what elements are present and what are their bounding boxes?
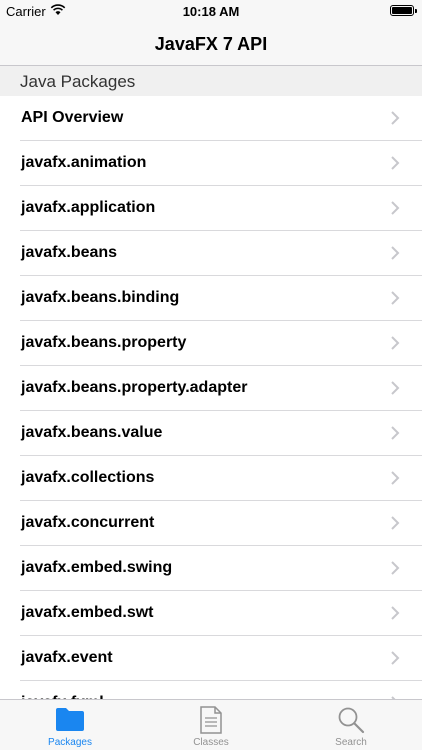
list-item-label: javafx.concurrent — [21, 514, 155, 531]
list-item[interactable]: javafx.embed.swt — [20, 591, 422, 636]
chevron-right-icon — [391, 606, 400, 620]
tab-label: Search — [335, 737, 367, 748]
battery-icon — [390, 5, 417, 16]
list-item[interactable]: javafx.beans.binding — [20, 276, 422, 321]
chevron-right-icon — [391, 471, 400, 485]
tab-search[interactable]: Search — [281, 700, 421, 750]
section-title: Java Packages — [20, 72, 136, 91]
list-item[interactable]: javafx.application — [20, 186, 422, 231]
list-item[interactable]: javafx.beans.property.adapter — [20, 366, 422, 411]
list-item-label: javafx.collections — [21, 469, 155, 486]
list-item[interactable]: javafx.embed.swing — [20, 546, 422, 591]
list-item-label: javafx.embed.swt — [21, 604, 154, 621]
list-item-label: javafx.application — [21, 199, 156, 216]
tab-classes[interactable]: Classes — [141, 700, 281, 750]
status-bar: Carrier 10:18 AM — [0, 0, 422, 22]
section-header: Java Packages — [0, 66, 422, 96]
search-icon — [337, 706, 365, 739]
tab-label: Packages — [48, 737, 92, 748]
chevron-right-icon — [391, 246, 400, 260]
chevron-right-icon — [391, 156, 400, 170]
chevron-right-icon — [391, 291, 400, 305]
list-item[interactable]: javafx.beans.property — [20, 321, 422, 366]
list-item-label: javafx.animation — [21, 154, 147, 171]
list-item-label: javafx.beans.value — [21, 424, 163, 441]
list-item-label: javafx.embed.swing — [21, 559, 173, 576]
chevron-right-icon — [391, 651, 400, 665]
list-item-label: API Overview — [21, 109, 124, 126]
chevron-right-icon — [391, 516, 400, 530]
list-item-label: javafx.beans.binding — [21, 289, 180, 306]
folder-icon — [55, 706, 85, 737]
list-item-label: javafx.beans.property — [21, 334, 187, 351]
list-item[interactable]: javafx.collections — [20, 456, 422, 501]
list-item-label: javafx.beans — [21, 244, 118, 261]
tab-packages[interactable]: Packages — [0, 700, 140, 750]
chevron-right-icon — [391, 111, 400, 125]
list-item[interactable]: javafx.beans — [20, 231, 422, 276]
nav-bar: JavaFX 7 API — [0, 22, 422, 66]
tab-bar: Packages Classes Search — [0, 699, 422, 750]
list-item[interactable]: javafx.animation — [20, 141, 422, 186]
list-item[interactable]: API Overview — [20, 96, 422, 141]
page-title: JavaFX 7 API — [154, 34, 268, 54]
clock: 10:18 AM — [182, 4, 240, 19]
list-item[interactable]: javafx.beans.value — [20, 411, 422, 456]
package-list[interactable]: API Overview javafx.animation javafx.appli… — [0, 96, 422, 699]
chevron-right-icon — [391, 561, 400, 575]
list-item[interactable]: javafx.event — [20, 636, 422, 681]
list-item-label: javafx.beans.property.adapter — [21, 379, 248, 396]
chevron-right-icon — [391, 426, 400, 440]
document-icon — [199, 706, 223, 739]
list-item[interactable]: javafx.fxml — [20, 681, 422, 699]
list-item-label: javafx.event — [21, 649, 113, 666]
chevron-right-icon — [391, 201, 400, 215]
list-item[interactable]: javafx.concurrent — [20, 501, 422, 546]
chevron-right-icon — [391, 336, 400, 350]
chevron-right-icon — [391, 381, 400, 395]
tab-label: Classes — [193, 737, 229, 748]
